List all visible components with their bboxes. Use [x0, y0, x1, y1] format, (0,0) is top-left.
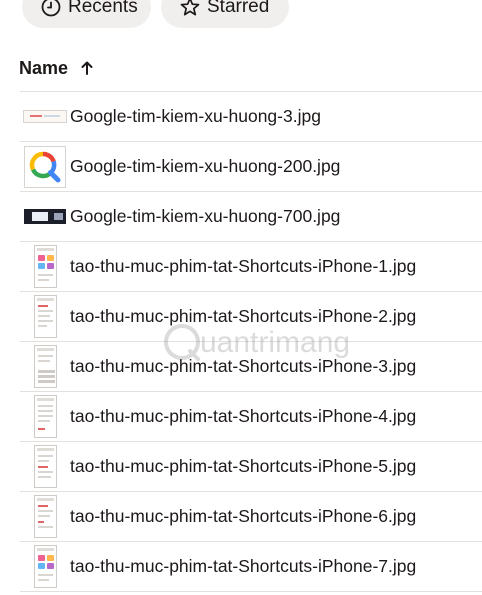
- file-name: Google-tim-kiem-xu-huong-200.jpg: [70, 156, 341, 176]
- file-row[interactable]: tao-thu-muc-phim-tat-Shortcuts-iPhone-6.…: [20, 492, 482, 542]
- file-row[interactable]: tao-thu-muc-phim-tat-Shortcuts-iPhone-2.…: [20, 292, 482, 342]
- file-row[interactable]: Google-tim-kiem-xu-huong-200.jpg: [20, 142, 482, 192]
- image-thumbnail: [23, 95, 67, 139]
- file-name: tao-thu-muc-phim-tat-Shortcuts-iPhone-5.…: [70, 456, 417, 476]
- file-row[interactable]: Google-tim-kiem-xu-huong-700.jpg: [20, 192, 482, 242]
- file-row[interactable]: tao-thu-muc-phim-tat-Shortcuts-iPhone-3.…: [20, 342, 482, 392]
- image-thumbnail: [23, 345, 67, 389]
- file-row[interactable]: tao-thu-muc-phim-tat-Shortcuts-iPhone-5.…: [20, 442, 482, 492]
- file-name: tao-thu-muc-phim-tat-Shortcuts-iPhone-3.…: [70, 356, 417, 376]
- image-thumbnail: [23, 395, 67, 439]
- filter-chips: Recents Starred: [0, 0, 482, 28]
- file-list: Google-tim-kiem-xu-huong-3.jpg Google-ti…: [20, 91, 482, 592]
- image-thumbnail: [23, 145, 67, 189]
- file-row[interactable]: tao-thu-muc-phim-tat-Shortcuts-iPhone-7.…: [20, 542, 482, 592]
- name-column-label: Name: [19, 57, 69, 78]
- image-thumbnail: [23, 495, 67, 539]
- google-search-logo-icon: [29, 151, 61, 182]
- file-name: Google-tim-kiem-xu-huong-3.jpg: [70, 106, 321, 126]
- file-name: tao-thu-muc-phim-tat-Shortcuts-iPhone-6.…: [70, 506, 417, 526]
- image-thumbnail: [23, 545, 67, 589]
- image-thumbnail: [23, 295, 67, 339]
- recents-filter-button[interactable]: Recents: [22, 0, 151, 28]
- name-column-header[interactable]: Name: [19, 55, 94, 81]
- file-name: tao-thu-muc-phim-tat-Shortcuts-iPhone-7.…: [70, 556, 417, 576]
- clock-icon: [40, 0, 62, 18]
- image-thumbnail: [23, 245, 67, 289]
- image-thumbnail: [23, 445, 67, 489]
- recents-filter-label: Recents: [68, 0, 138, 17]
- file-name: tao-thu-muc-phim-tat-Shortcuts-iPhone-2.…: [70, 306, 417, 326]
- star-icon: [179, 0, 201, 18]
- starred-filter-button[interactable]: Starred: [161, 0, 289, 28]
- file-name: tao-thu-muc-phim-tat-Shortcuts-iPhone-1.…: [70, 256, 417, 276]
- starred-filter-label: Starred: [207, 0, 270, 17]
- file-browser: Recents Starred Name Google-tim-kiem-xu-…: [0, 0, 482, 595]
- file-row[interactable]: tao-thu-muc-phim-tat-Shortcuts-iPhone-1.…: [20, 242, 482, 292]
- file-row[interactable]: Google-tim-kiem-xu-huong-3.jpg: [20, 92, 482, 142]
- image-thumbnail: [23, 195, 67, 239]
- file-name: Google-tim-kiem-xu-huong-700.jpg: [70, 206, 341, 226]
- arrow-up-icon: [80, 60, 94, 76]
- file-name: tao-thu-muc-phim-tat-Shortcuts-iPhone-4.…: [70, 406, 417, 426]
- file-row[interactable]: tao-thu-muc-phim-tat-Shortcuts-iPhone-4.…: [20, 392, 482, 442]
